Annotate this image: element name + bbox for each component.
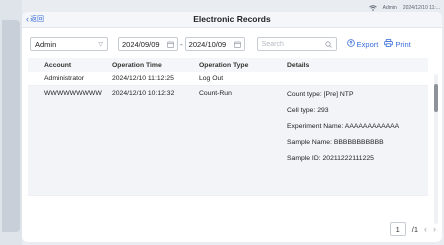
cell-details: Count type: [Pre] NTP Cell type: 293 Exp… [287, 90, 428, 170]
end-date-input[interactable]: 2024/10/09 [184, 37, 245, 51]
start-date-input[interactable]: 2024/09/09 [118, 37, 178, 51]
calendar-icon [167, 41, 174, 48]
current-page-input[interactable]: 1 [389, 222, 406, 236]
column-header-operation-time: Operation Time [112, 61, 162, 69]
previous-page-button[interactable]: ‹ [424, 224, 427, 234]
detail-sample-name: Sample Name: BBBBBBBBBBB [287, 139, 384, 146]
account-select-value: Admin [35, 39, 57, 49]
status-datetime: 2024/12/10 11:... [402, 5, 440, 11]
left-side-panel [2, 20, 20, 232]
status-user: Admin [382, 5, 397, 11]
table-header: Account Operation Time Operation Type De… [28, 58, 428, 72]
detail-sample-id: Sample ID: 20211222111225 [287, 155, 374, 162]
cell-account: Administrator [44, 75, 85, 82]
next-page-button[interactable]: › [433, 224, 436, 234]
detail-cell-type: Cell type: 293 [287, 107, 329, 114]
electronic-records-window: ‹ 返回 Electronic Records Admin ▽ 2024/09/… [22, 12, 442, 242]
search-field[interactable] [256, 35, 337, 53]
page-title: Electronic Records [193, 14, 271, 24]
chevron-down-icon: ▽ [98, 41, 103, 48]
pagination: 1 /1 ‹ › [389, 222, 436, 236]
table-row[interactable]: WWWWWWWWW 2024/12/10 10:12:32 Count-Run … [28, 86, 428, 196]
search-input[interactable] [261, 40, 322, 48]
detail-experiment-name: Experiment Name: AAAAAAAAAAAA [287, 123, 400, 130]
column-header-details: Details [287, 61, 310, 69]
date-separator: - [180, 39, 183, 49]
end-date-value: 2024/10/09 [188, 39, 227, 49]
print-label: Print [395, 39, 411, 49]
cell-operation-time: 2024/12/10 10:12:32 [112, 90, 175, 97]
export-button[interactable]: Export [346, 39, 379, 49]
date-range: 2024/09/09 - 2024/10/09 [118, 37, 245, 51]
title-bar: ‹ 返回 Electronic Records [22, 12, 442, 28]
table-row[interactable]: Administrator 2024/12/10 11:12:25 Log Ou… [28, 72, 428, 86]
account-select[interactable]: Admin ▽ [30, 37, 108, 51]
start-date-value: 2024/09/09 [122, 39, 160, 49]
cell-operation-type: Count-Run [199, 90, 232, 97]
search-icon[interactable] [325, 35, 332, 53]
column-header-operation-type: Operation Type [199, 61, 249, 69]
detail-count-type: Count type: [Pre] NTP [287, 91, 354, 98]
scrollbar-thumb[interactable] [434, 84, 438, 112]
export-label: Export [356, 39, 379, 49]
column-header-account: Account [44, 61, 72, 69]
print-button[interactable]: Print [384, 39, 411, 49]
cell-operation-type: Log Out [199, 75, 224, 82]
filter-toolbar: Admin ▽ 2024/09/09 - 2024/10/09 Search E… [30, 36, 436, 52]
records-table: Account Operation Time Operation Type De… [28, 58, 428, 196]
cell-operation-time: 2024/12/10 11:12:25 [112, 75, 174, 82]
export-icon [346, 39, 355, 49]
calendar-icon [233, 41, 241, 48]
printer-icon [384, 39, 394, 49]
cell-account: WWWWWWWWW [44, 90, 102, 97]
wifi-icon [368, 5, 377, 11]
total-pages: /1 [411, 224, 418, 234]
